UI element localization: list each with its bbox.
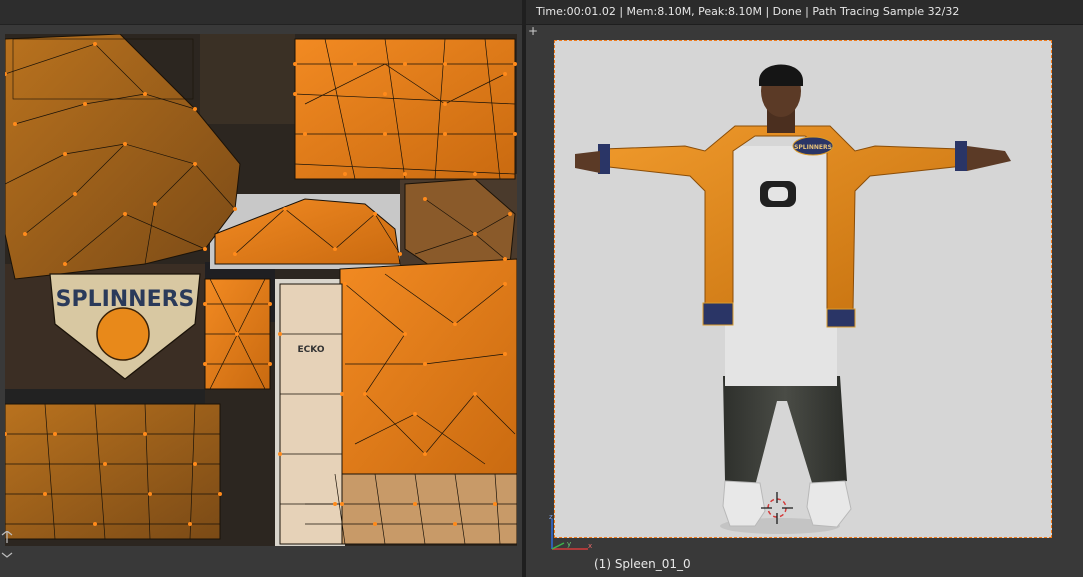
- character-pants: [723, 376, 847, 486]
- camera-render-frame[interactable]: SPLINNERS: [554, 40, 1052, 538]
- character-jacket-hem-right: [826, 308, 856, 328]
- character-left-hand: [575, 151, 600, 173]
- svg-text:z: z: [549, 513, 553, 521]
- svg-text:y: y: [567, 540, 571, 548]
- viewport-header: Time:00:01.02 | Mem:8.10M, Peak:8.10M | …: [526, 0, 1083, 25]
- 3d-viewport-panel[interactable]: Time:00:01.02 | Mem:8.10M, Peak:8.10M | …: [526, 0, 1083, 577]
- uv-island-shirt: [279, 283, 343, 545]
- character-beanie: [759, 64, 803, 86]
- character-right-hand: [967, 146, 1011, 171]
- area-split-widget[interactable]: [0, 530, 14, 559]
- uv-island-sleeve-top: [294, 38, 516, 180]
- uv-island-sleeve-bottom: [5, 403, 221, 540]
- axis-gizmo-icon[interactable]: z y x: [544, 513, 592, 557]
- rendered-character-svg: SPLINNERS: [575, 64, 1011, 534]
- character-right-shoe: [806, 480, 852, 528]
- uv-editor-panel[interactable]: SPLINNERS ECKO: [0, 0, 522, 577]
- uv-logo-ball: [96, 307, 150, 361]
- uv-texture-canvas[interactable]: SPLINNERS ECKO: [5, 34, 517, 546]
- active-object-label: (1) Spleen_01_0: [594, 557, 691, 571]
- svg-text:x: x: [588, 542, 592, 550]
- plus-icon[interactable]: +: [527, 25, 539, 37]
- character-left-shoe: [722, 480, 766, 527]
- character-badge-text: SPLINNERS: [794, 144, 832, 151]
- uv-editor-header: [0, 0, 522, 25]
- uv-mesh-svg: SPLINNERS ECKO: [5, 34, 517, 546]
- character-jacket-hem-left: [702, 302, 734, 326]
- uv-logo-text: SPLINNERS: [56, 287, 195, 312]
- uv-tag-text: ECKO: [298, 345, 325, 355]
- render-status-text: Time:00:01.02 | Mem:8.10M, Peak:8.10M | …: [536, 5, 960, 18]
